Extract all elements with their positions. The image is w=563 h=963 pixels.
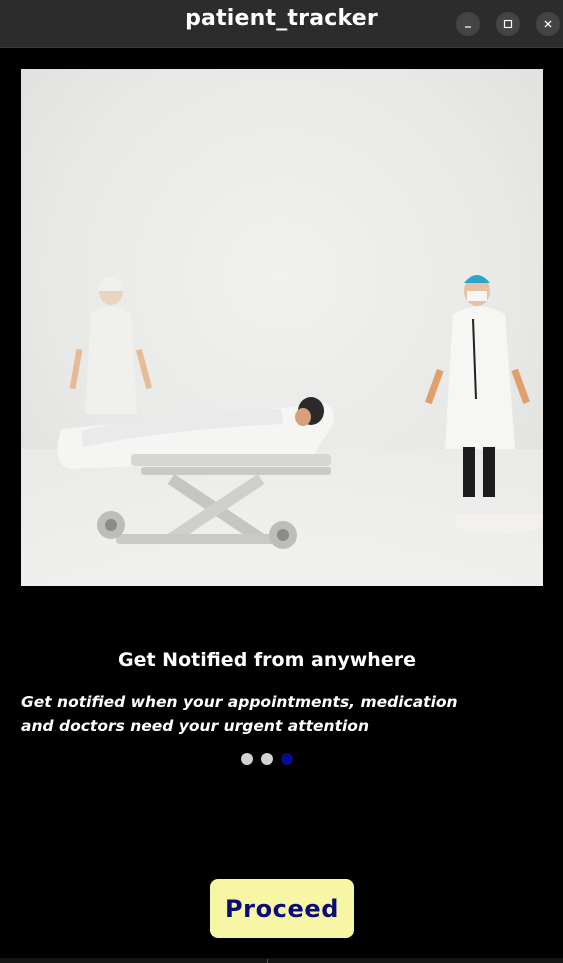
minimize-icon bbox=[465, 26, 471, 28]
close-button[interactable] bbox=[536, 12, 560, 36]
app-window: patient_tracker Get Notified from anywhe… bbox=[0, 0, 563, 963]
onboarding-image bbox=[21, 69, 543, 586]
page-dot-1[interactable] bbox=[241, 753, 253, 765]
maximize-button[interactable] bbox=[496, 12, 520, 36]
bottom-tick bbox=[267, 959, 268, 963]
minimize-button[interactable] bbox=[456, 12, 480, 36]
onboarding-description: Get notified when your appointments, med… bbox=[21, 693, 458, 735]
proceed-button[interactable]: Proceed bbox=[210, 879, 354, 938]
page-indicator bbox=[241, 753, 293, 765]
title-bar[interactable]: patient_tracker bbox=[0, 0, 563, 48]
onboarding-heading: Get Notified from anywhere bbox=[118, 649, 416, 671]
page-dot-3-active[interactable] bbox=[281, 753, 293, 765]
bottom-edge bbox=[0, 958, 563, 963]
maximize-icon bbox=[503, 19, 513, 29]
hospital-figurines-photo bbox=[21, 69, 543, 586]
page-dot-2[interactable] bbox=[261, 753, 273, 765]
close-icon bbox=[544, 20, 552, 28]
